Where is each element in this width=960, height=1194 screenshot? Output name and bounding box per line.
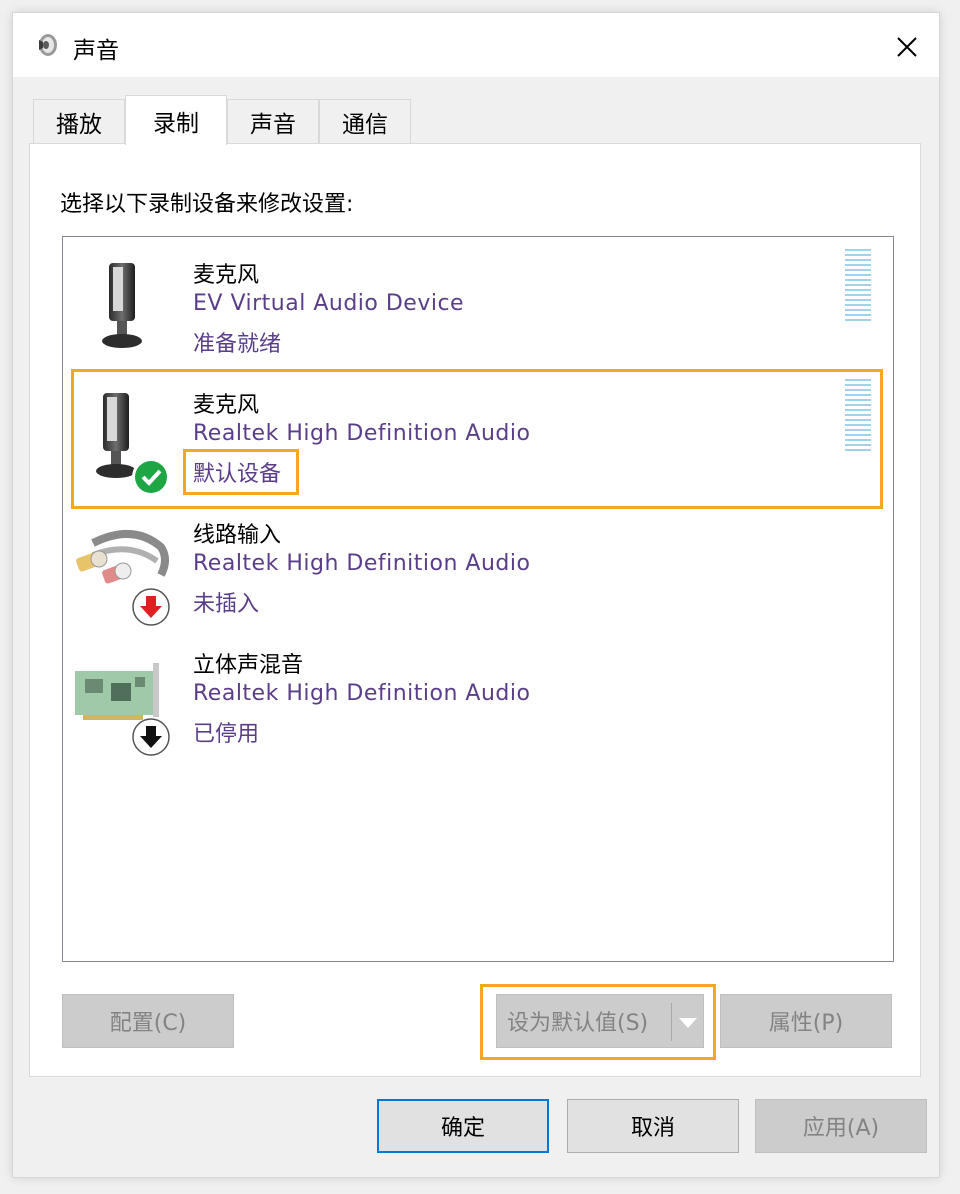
tab-recording[interactable]: 录制 [125, 95, 227, 145]
button-label: 确定 [440, 1116, 485, 1141]
device-status: 默认设备 [193, 462, 282, 487]
apply-button[interactable]: 应用(A) [755, 1099, 927, 1153]
set-default-button[interactable]: 设为默认值(S) [496, 994, 704, 1048]
level-meter [845, 249, 871, 321]
tab-playback[interactable]: 播放 [33, 99, 125, 143]
tab-label: 播放 [56, 111, 102, 138]
configure-button[interactable]: 配置(C) [62, 994, 234, 1048]
black-down-arrow-icon [131, 717, 171, 757]
device-status: 准备就绪 [193, 332, 282, 357]
properties-button[interactable]: 属性(P) [720, 994, 892, 1048]
button-label: 应用(A) [802, 1116, 880, 1141]
button-label: 取消 [630, 1116, 675, 1141]
device-name: 麦克风 [193, 263, 260, 288]
ok-button[interactable]: 确定 [377, 1099, 549, 1153]
level-meter [845, 379, 871, 451]
cancel-button[interactable]: 取消 [567, 1099, 739, 1153]
tab-label: 录制 [153, 110, 199, 137]
tab-sounds[interactable]: 声音 [227, 99, 319, 143]
split-divider [671, 1003, 672, 1041]
device-name: 立体声混音 [193, 653, 304, 678]
recording-panel: 选择以下录制设备来修改设置: 麦克风 EV Virtual Audio Devi… [29, 143, 921, 1077]
window-title: 声音 [73, 38, 119, 64]
device-name: 麦克风 [193, 393, 260, 418]
tab-label: 通信 [342, 111, 388, 138]
device-list[interactable]: 麦克风 EV Virtual Audio Device 准备就绪 麦克风 Rea… [62, 236, 894, 962]
close-icon [897, 37, 917, 57]
red-down-arrow-icon [131, 587, 171, 627]
close-button[interactable] [887, 27, 927, 67]
button-label: 设为默认值(S) [507, 1011, 649, 1036]
device-status: 未插入 [193, 592, 260, 617]
device-description: Realtek High Definition Audio [193, 551, 531, 576]
device-name: 线路输入 [193, 523, 282, 548]
device-item-line-in[interactable]: 线路输入 Realtek High Definition Audio 未插入 [73, 503, 885, 629]
title-bar: 声音 [13, 13, 939, 77]
sound-dialog: 声音 播放 录制 声音 通信 选择以下录制设备来修改设置: 麦克风 EV Vir… [12, 12, 940, 1178]
tab-label: 声音 [250, 111, 296, 138]
device-status: 已停用 [193, 722, 260, 747]
device-item-stereo-mix[interactable]: 立体声混音 Realtek High Definition Audio 已停用 [73, 633, 885, 759]
button-label: 属性(P) [768, 1011, 844, 1036]
device-description: EV Virtual Audio Device [193, 291, 465, 316]
tab-communications[interactable]: 通信 [319, 99, 411, 143]
check-badge-icon [131, 457, 171, 497]
instruction-text: 选择以下录制设备来修改设置: [60, 192, 354, 217]
device-description: Realtek High Definition Audio [193, 421, 531, 446]
dropdown-arrow-icon[interactable] [677, 1013, 699, 1031]
device-description: Realtek High Definition Audio [193, 681, 531, 706]
speaker-icon [33, 31, 61, 59]
device-item-mic-ev[interactable]: 麦克风 EV Virtual Audio Device 准备就绪 [73, 243, 885, 369]
device-item-mic-realtek[interactable]: 麦克风 Realtek High Definition Audio 默认设备 [73, 373, 885, 499]
button-label: 配置(C) [109, 1011, 187, 1036]
microphone-icon [73, 243, 183, 369]
